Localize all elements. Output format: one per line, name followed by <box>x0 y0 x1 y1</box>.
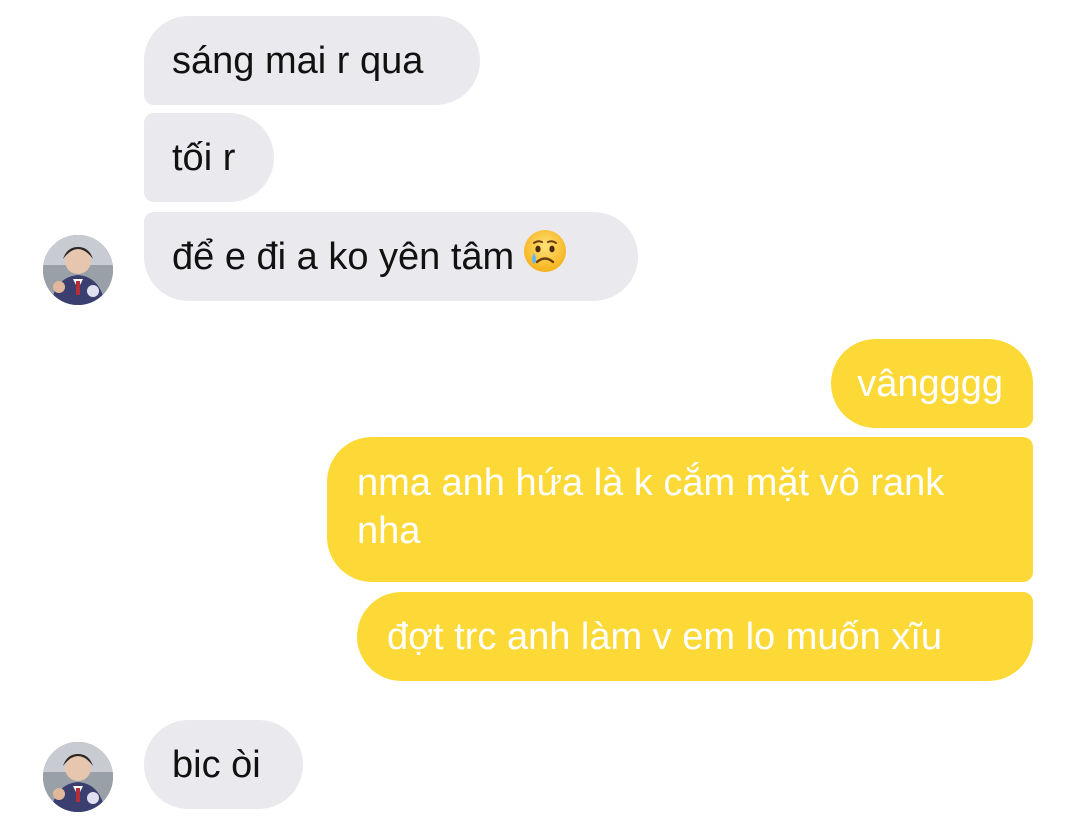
message-text: để e đi a ko yên tâm <box>172 235 515 278</box>
crying-face-icon <box>522 228 568 286</box>
message-text: sáng mai r qua <box>172 39 424 82</box>
outgoing-message-bubble[interactable]: vângggg <box>831 339 1033 428</box>
incoming-message-bubble[interactable]: sáng mai r qua <box>144 16 480 105</box>
avatar[interactable] <box>43 235 113 305</box>
incoming-message-bubble[interactable]: bic òi <box>144 720 303 809</box>
message-text: vângggg <box>857 362 1003 405</box>
incoming-message-bubble[interactable]: để e đi a ko yên tâm <box>144 212 638 301</box>
message-text: tối r <box>172 136 236 179</box>
incoming-message-bubble[interactable]: tối r <box>144 113 274 202</box>
message-text: đợt trc anh làm v em lo muốn xĩu <box>387 615 943 658</box>
outgoing-message-bubble[interactable]: đợt trc anh làm v em lo muốn xĩu <box>357 592 1033 681</box>
outgoing-message-bubble[interactable]: nma anh hứa là k cắm mặt vô rank nha <box>327 437 1033 582</box>
avatar[interactable] <box>43 742 113 812</box>
message-text: bic òi <box>172 743 261 786</box>
message-text: nma anh hứa là k cắm mặt vô rank nha <box>357 462 945 552</box>
